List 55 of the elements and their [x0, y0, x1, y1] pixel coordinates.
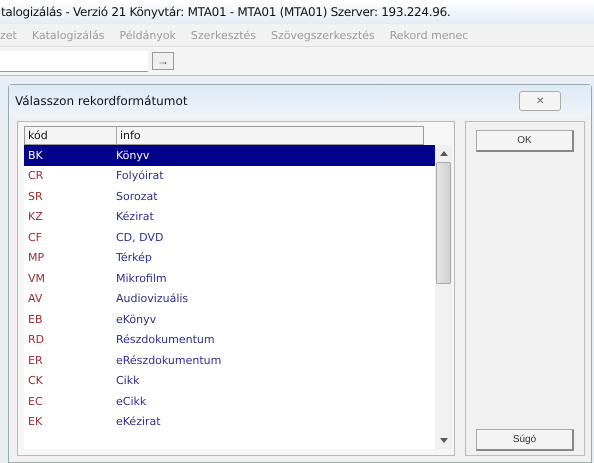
scrollbar[interactable]	[435, 145, 452, 449]
list-row[interactable]: CR Folyóirat	[24, 166, 435, 186]
code-cell-text: VM	[27, 272, 46, 285]
info-cell: CD, DVD	[116, 230, 164, 244]
code-cell-text: CR	[27, 169, 44, 182]
info-cell: Audiovizuális	[116, 292, 188, 306]
list-row[interactable]: RD Részdokumentum	[24, 330, 435, 350]
code-cell-text: EK	[27, 415, 44, 428]
list-row[interactable]: BK Könyv	[24, 145, 435, 166]
code-cell-text: EB	[27, 312, 44, 326]
code-cell-text: RD	[27, 333, 46, 346]
input-field[interactable]	[0, 50, 148, 72]
scroll-up-icon[interactable]	[440, 151, 448, 156]
info-cell: Könyv	[116, 148, 150, 162]
code-cell-text: CK	[27, 374, 44, 388]
code-cell-text: KZ	[27, 210, 44, 224]
info-cell: eRészdokumentum	[116, 354, 222, 367]
list-row[interactable]: AV Audiovizuális	[24, 288, 435, 309]
code-cell-text: AV	[27, 292, 44, 306]
list-row[interactable]: CF CD, DVD	[24, 227, 435, 248]
info-cell: eKézirat	[116, 415, 161, 428]
info-cell: Sorozat	[116, 190, 158, 203]
info-cell: Részdokumentum	[116, 333, 215, 346]
code-cell-text: CF	[27, 230, 44, 244]
info-cell: Mikrofilm	[116, 272, 167, 285]
info-cell: eKönyv	[116, 312, 156, 326]
scroll-thumb[interactable]	[436, 162, 451, 284]
help-button[interactable]: Súgó	[476, 429, 574, 451]
list-row[interactable]: MP Térkép	[24, 248, 435, 268]
window-title: talogizálás - Verzió 21 Könyvtár: MTA01 - MTA01 (MTA01) Szerver: 193.224.96.	[0, 5, 450, 19]
info-cell: Térkép	[116, 251, 152, 264]
code-cell-text: SR	[27, 190, 44, 203]
scroll-down-icon[interactable]	[440, 438, 448, 443]
list-row[interactable]: EB eKönyv	[24, 309, 435, 330]
code-cell-text: EC	[27, 394, 44, 408]
list-row[interactable]: CK Cikk	[24, 370, 435, 391]
go-button[interactable]: →	[152, 52, 174, 70]
column-header[interactable]: info	[117, 127, 141, 144]
list-row[interactable]: VM Mikrofilm	[24, 268, 435, 288]
column-header[interactable]: kód	[25, 127, 117, 144]
info-cell: Cikk	[116, 374, 140, 388]
list-row[interactable]: EK eKézirat	[24, 412, 435, 432]
list-row[interactable]: ER eRészdokumentum	[24, 350, 435, 370]
info-cell: Folyóirat	[116, 169, 164, 182]
code-cell-text: ER	[27, 354, 44, 367]
close-button[interactable]: ✕	[519, 91, 561, 111]
code-cell-text: MP	[27, 251, 46, 264]
list-row[interactable]: EC eCikk	[24, 391, 435, 412]
list-row[interactable]: KZ Kézirat	[24, 206, 435, 227]
dialog-title: Válasszon rekordformátumot	[15, 94, 188, 108]
code-cell-text: BK	[27, 148, 44, 162]
info-cell: eCikk	[116, 394, 146, 408]
ok-button[interactable]: OK	[476, 130, 574, 152]
list-row[interactable]: SR Sorozat	[24, 186, 435, 206]
info-cell: Kézirat	[116, 210, 154, 224]
